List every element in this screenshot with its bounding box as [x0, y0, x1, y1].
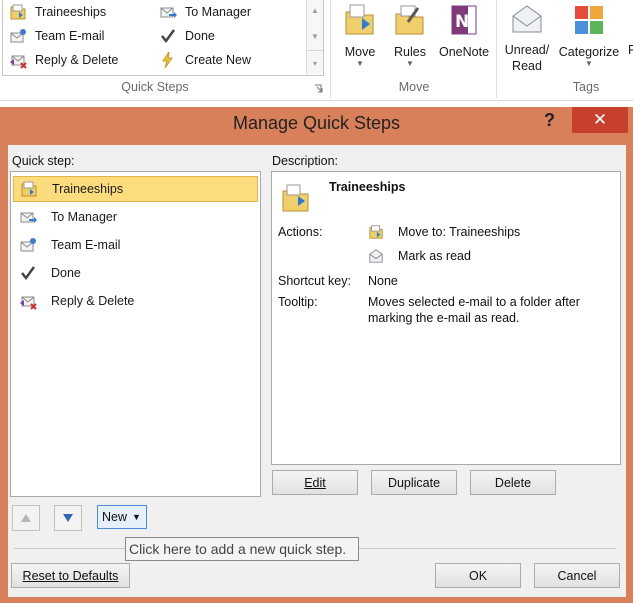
new-button[interactable]: New ▼	[97, 505, 147, 529]
team-mail-icon	[20, 238, 36, 252]
svg-text:N: N	[455, 12, 469, 32]
reply-delete-icon	[20, 296, 37, 310]
description-panel: Traineeships Actions: Move to: Traineesh…	[271, 171, 621, 465]
quick-step-label: Quick step:	[12, 154, 75, 168]
chevron-down-icon: ▼	[406, 59, 414, 68]
envelope-icon	[512, 5, 542, 33]
categorize-icon	[575, 6, 603, 34]
gallery-item-label: Reply & Delete	[35, 53, 119, 67]
gallery-item-label: To Manager	[185, 5, 252, 19]
move-button-label: Move	[344, 45, 376, 59]
rules-icon	[395, 5, 424, 35]
tooltip-label: Tooltip:	[278, 295, 318, 309]
forward-mail-icon	[160, 7, 177, 18]
tooltip-value-line1: Moves selected e-mail to a folder after	[368, 295, 580, 309]
dialog-title: Manage Quick Steps	[232, 113, 401, 133]
folder-move-icon	[10, 4, 26, 20]
chevron-down-icon: ▼	[132, 512, 141, 522]
gallery-item-label: Create New	[185, 53, 251, 67]
gallery-item-label: Done	[185, 29, 215, 43]
dialog-launcher-icon[interactable]	[314, 84, 324, 94]
move-folder-icon	[345, 4, 374, 35]
action-mark-read: Mark as read	[398, 249, 471, 263]
gallery-item-traineeships[interactable]: Traineeships	[9, 1, 106, 23]
unread-read-button[interactable]: Unread/ Read	[500, 2, 554, 74]
gallery-scrollbar[interactable]: ▲ ▼ ▾	[306, 0, 323, 74]
list-item-done[interactable]: Done	[13, 260, 258, 286]
gallery-more-icon[interactable]: ▾	[307, 50, 323, 75]
group-label-quick-steps: Quick Steps	[121, 80, 189, 94]
ribbon: Traineeships To Manager Team E-mail Done…	[0, 0, 633, 101]
ok-button[interactable]: OK	[435, 563, 521, 588]
quick-step-name: Traineeships	[329, 180, 406, 194]
forward-mail-icon	[20, 212, 37, 223]
onenote-button-label: OneNote	[438, 45, 490, 59]
list-item-label: Traineeships	[52, 182, 124, 196]
gallery-item-create-new[interactable]: Create New	[159, 49, 251, 71]
onenote-button[interactable]: N OneNote	[436, 2, 492, 60]
arrow-up-icon	[21, 514, 31, 522]
ribbon-separator	[496, 0, 497, 98]
description-label: Description:	[272, 154, 338, 168]
list-item-to-manager[interactable]: To Manager	[13, 204, 258, 230]
folder-move-icon	[282, 184, 309, 212]
categorize-button[interactable]: Categorize ▼	[556, 2, 622, 68]
new-button-tooltip: Click here to add a new quick step.	[125, 537, 359, 561]
group-label-move: Move	[398, 80, 430, 94]
lightning-icon	[162, 51, 173, 69]
list-item-reply-delete[interactable]: Reply & Delete	[13, 288, 258, 314]
reply-delete-icon	[10, 55, 27, 69]
checkmark-icon	[21, 266, 36, 281]
close-button[interactable]: ✕	[572, 107, 628, 133]
categorize-button-label: Categorize	[558, 45, 620, 59]
list-item-traineeships[interactable]: Traineeships	[13, 176, 258, 202]
list-item-team-email[interactable]: Team E-mail	[13, 232, 258, 258]
actions-label: Actions:	[278, 225, 323, 239]
shortcut-key-value: None	[368, 274, 398, 288]
rules-button-label: Rules	[394, 45, 426, 59]
chevron-down-icon: ▼	[356, 59, 364, 68]
checkmark-icon	[161, 29, 176, 44]
move-button[interactable]: Move ▼	[338, 2, 382, 68]
edit-button[interactable]: Edit	[272, 470, 358, 495]
help-button[interactable]: ?	[544, 110, 564, 134]
move-up-button[interactable]	[12, 505, 40, 531]
shortcut-key-label: Shortcut key:	[278, 274, 351, 288]
gallery-scroll-down-icon[interactable]: ▼	[307, 24, 323, 48]
gallery-item-reply-delete[interactable]: Reply & Delete	[9, 49, 118, 71]
cancel-button[interactable]: Cancel	[534, 563, 620, 588]
list-item-label: Done	[51, 266, 81, 280]
list-item-label: Team E-mail	[51, 238, 121, 252]
reset-to-defaults-button[interactable]: Reset to Defaults	[11, 563, 130, 588]
partial-ribbon-label: F	[628, 43, 633, 57]
tooltip-value-line2: marking the e-mail as read.	[368, 311, 520, 325]
gallery-item-label: Team E-mail	[35, 29, 105, 43]
folder-move-icon	[21, 181, 37, 197]
move-down-button[interactable]	[54, 505, 82, 531]
group-label-tags: Tags	[572, 80, 600, 94]
arrow-down-icon	[63, 514, 73, 522]
ribbon-separator	[330, 0, 331, 98]
gallery-item-label: Traineeships	[35, 5, 107, 19]
unread-read-label: Unread/ Read	[504, 43, 550, 73]
gallery-item-to-manager[interactable]: To Manager	[159, 1, 251, 23]
quick-steps-gallery: Traineeships To Manager Team E-mail Done…	[2, 0, 324, 76]
onenote-icon: N	[451, 5, 477, 35]
rules-button[interactable]: Rules ▼	[388, 2, 432, 68]
team-mail-icon	[10, 29, 26, 43]
action-move-to: Move to: Traineeships	[398, 225, 521, 239]
duplicate-button[interactable]: Duplicate	[371, 470, 457, 495]
folder-move-icon	[369, 225, 383, 239]
read-envelope-icon	[369, 249, 383, 263]
gallery-item-team-email[interactable]: Team E-mail	[9, 25, 104, 47]
delete-button[interactable]: Delete	[470, 470, 556, 495]
gallery-scroll-up-icon[interactable]: ▲	[307, 0, 323, 22]
close-icon: ✕	[592, 110, 608, 129]
list-item-label: To Manager	[51, 210, 118, 224]
gallery-item-done[interactable]: Done	[159, 25, 215, 47]
chevron-down-icon: ▼	[585, 59, 593, 68]
quick-step-list[interactable]: Traineeships To Manager Team E-mail Done…	[10, 171, 261, 497]
list-item-label: Reply & Delete	[51, 294, 135, 308]
